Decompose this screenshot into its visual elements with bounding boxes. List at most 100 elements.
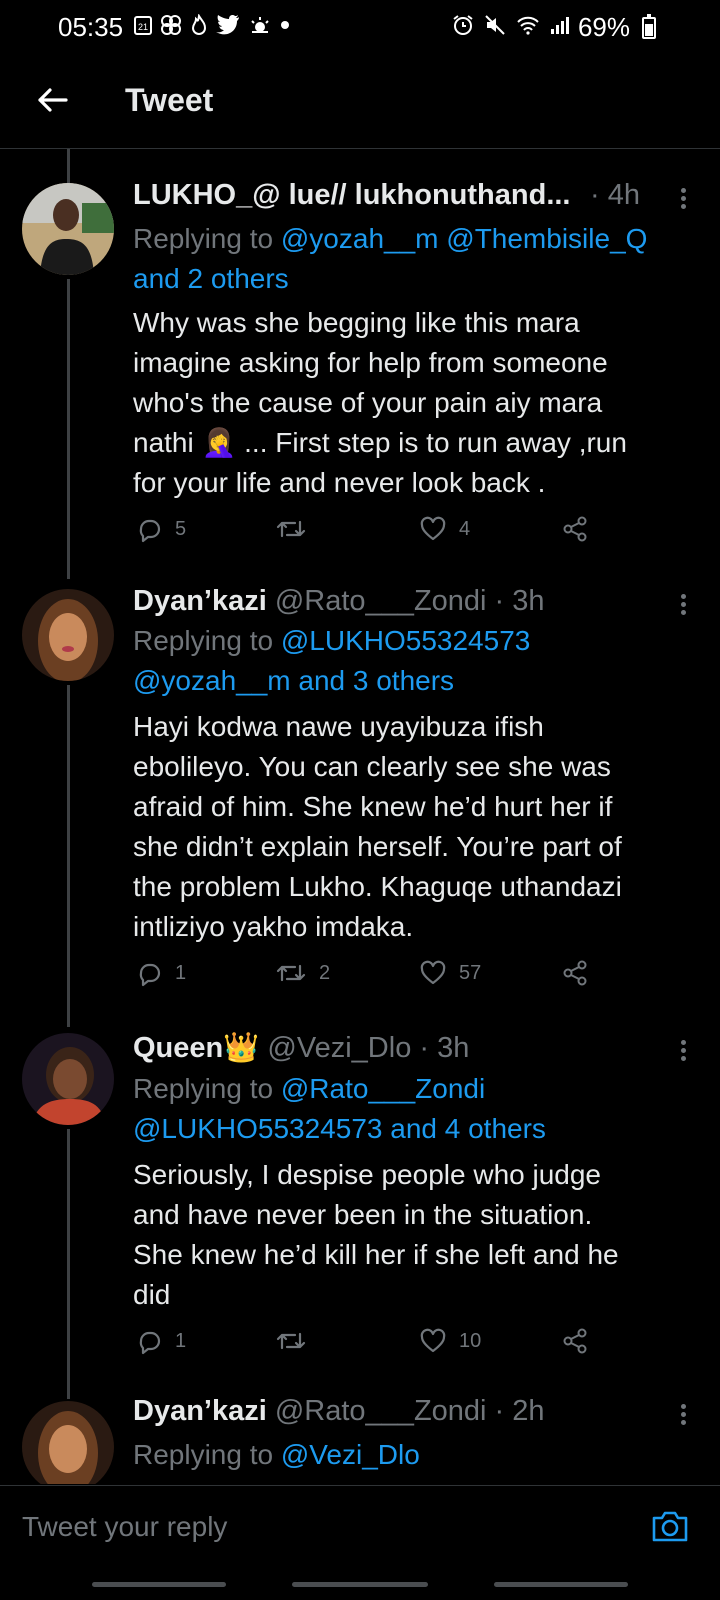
tweet-text-line: for your life and never look back .: [133, 467, 546, 498]
tweet-header: Queen👑 @Vezi_Dlo · 3h: [133, 1031, 660, 1065]
retweet-button[interactable]: 2: [275, 959, 330, 987]
tweet-text-line: She knew he’d kill her if she left and h…: [133, 1239, 619, 1270]
share-icon: [563, 1328, 587, 1354]
reply-count: 5: [175, 517, 187, 540]
retweet-icon: [276, 1332, 306, 1350]
avatar[interactable]: [22, 1033, 114, 1125]
more-options-icon[interactable]: [676, 591, 690, 621]
pinwheel-icon: [161, 15, 181, 35]
fire-icon: [191, 14, 207, 35]
replying-prefix: Replying to: [133, 1073, 274, 1104]
share-button[interactable]: [561, 515, 589, 543]
reply-others-link[interactable]: and 2 others: [133, 263, 289, 294]
system-icons: [452, 14, 570, 36]
wifi-icon: [517, 16, 539, 35]
reply-composer: [0, 1485, 720, 1566]
thread-connector: [67, 685, 70, 1027]
timestamp: · 3h: [494, 585, 545, 617]
avatar[interactable]: [22, 1401, 114, 1484]
notification-icons: 21: [134, 14, 290, 36]
avatar[interactable]: [22, 589, 114, 681]
tweet-header: Dyan’kazi @Rato___Zondi · 3h: [133, 585, 660, 618]
replying-to: Replying to @yozah__m @Thembisile_Q and …: [133, 219, 680, 299]
tweet-text-line: the problem Lukho. Khaguqe uthandazi: [133, 871, 622, 902]
display-name[interactable]: Queen👑: [133, 1032, 259, 1064]
display-name[interactable]: LUKHO_@ lue// lukhonuthand...: [133, 179, 571, 211]
battery-icon: [642, 14, 656, 39]
alarm-icon: [453, 15, 473, 35]
reply-icon: [139, 963, 161, 987]
reply-button[interactable]: 1: [135, 959, 186, 987]
page-title: Tweet: [125, 82, 214, 118]
system-navigation-bar: [0, 1568, 720, 1600]
display-name[interactable]: Dyan’kazi: [133, 585, 267, 617]
reply-mentions[interactable]: @Vezi_Dlo: [281, 1439, 420, 1470]
tweet-text-line: and have never been in the situation.: [133, 1199, 593, 1230]
thread-connector: [67, 279, 70, 579]
like-count: 10: [459, 1329, 482, 1352]
thread-connector: [67, 1129, 70, 1399]
dot-icon: [281, 21, 289, 29]
share-icon: [563, 516, 587, 542]
reply-mentions[interactable]: @Rato___Zondi: [281, 1073, 485, 1104]
tweet-text-line: afraid of him. She knew he’d hurt her if: [133, 791, 613, 822]
calendar-icon: 21: [134, 16, 152, 35]
tweet-text-line: Seriously, I despise people who judge: [133, 1159, 602, 1190]
reply-input[interactable]: [20, 1498, 624, 1556]
tweet-actions: 1 2 57: [133, 959, 613, 995]
retweet-count: 2: [319, 961, 331, 984]
retweet-button[interactable]: [275, 1327, 319, 1355]
display-name[interactable]: Dyan’kazi: [133, 1395, 267, 1427]
back-arrow-icon[interactable]: [30, 78, 74, 122]
like-count: 57: [459, 961, 482, 984]
reply-others-link[interactable]: @LUKHO55324573 and 4 others: [133, 1113, 546, 1144]
more-options-icon[interactable]: [676, 1037, 690, 1067]
twitter-bird-icon: [216, 15, 239, 35]
share-button[interactable]: [561, 1327, 589, 1355]
nav-back-handle[interactable]: [494, 1582, 628, 1587]
avatar[interactable]: [22, 183, 114, 275]
app-header: Tweet: [0, 56, 720, 149]
like-button[interactable]: 10: [419, 1327, 481, 1355]
reply-mentions[interactable]: @yozah__m @Thembisile_Q: [281, 223, 648, 254]
tweet-header: LUKHO_@ lue// lukhonuthand... · 4h: [133, 179, 660, 212]
replying-to: Replying to @Rato___Zondi @LUKHO55324573…: [133, 1069, 680, 1149]
nav-home-handle[interactable]: [292, 1582, 428, 1587]
tweet-text-line: who's the cause of your pain aiy mara: [133, 387, 603, 418]
mute-icon: [485, 15, 505, 35]
status-time: 05:35: [58, 12, 124, 42]
tweet-text-line: imagine asking for help from someone: [133, 347, 608, 378]
tweet-text-line: Hayi kodwa nawe uyayibuza ifish: [133, 711, 544, 742]
tweet-text-line: did: [133, 1279, 171, 1310]
share-button[interactable]: [561, 959, 589, 987]
timestamp: · 3h: [419, 1032, 470, 1064]
like-button[interactable]: 57: [419, 959, 481, 987]
username[interactable]: @Vezi_Dlo: [267, 1032, 411, 1064]
battery-percentage: 69%: [577, 12, 630, 42]
reply-button[interactable]: 5: [135, 515, 186, 543]
camera-icon[interactable]: [650, 1508, 690, 1544]
replying-prefix: Replying to: [133, 625, 274, 656]
reply-thread: LUKHO_@ lue// lukhonuthand... · 4h Reply…: [0, 149, 720, 1484]
retweet-button[interactable]: [275, 515, 319, 543]
more-options-icon[interactable]: [676, 185, 690, 215]
tweet-text: Why was she begging like this mara imagi…: [133, 303, 680, 503]
reply-icon: [139, 1331, 161, 1355]
retweet-icon: [276, 520, 306, 538]
more-options-icon[interactable]: [676, 1401, 690, 1431]
tweet-header: Dyan’kazi @Rato___Zondi · 2h: [133, 1395, 660, 1428]
reply-button[interactable]: 1: [135, 1327, 186, 1355]
tweet-text-line: nathi 🤦‍♀️ ... First step is to run away…: [133, 427, 627, 458]
battery-level: [645, 23, 653, 36]
reply-others-link[interactable]: @yozah__m and 3 others: [133, 665, 454, 696]
share-icon: [563, 960, 587, 986]
nav-recents-handle[interactable]: [92, 1582, 226, 1587]
username[interactable]: @Rato___Zondi: [275, 585, 487, 617]
timestamp: · 2h: [494, 1395, 545, 1427]
username[interactable]: @Rato___Zondi: [275, 1395, 487, 1427]
reply-mentions[interactable]: @LUKHO55324573: [281, 625, 530, 656]
like-button[interactable]: 4: [419, 515, 470, 543]
replying-to: Replying to @Vezi_Dlo: [133, 1435, 680, 1475]
thread-connector: [67, 149, 70, 183]
svg-text:21: 21: [138, 22, 148, 32]
